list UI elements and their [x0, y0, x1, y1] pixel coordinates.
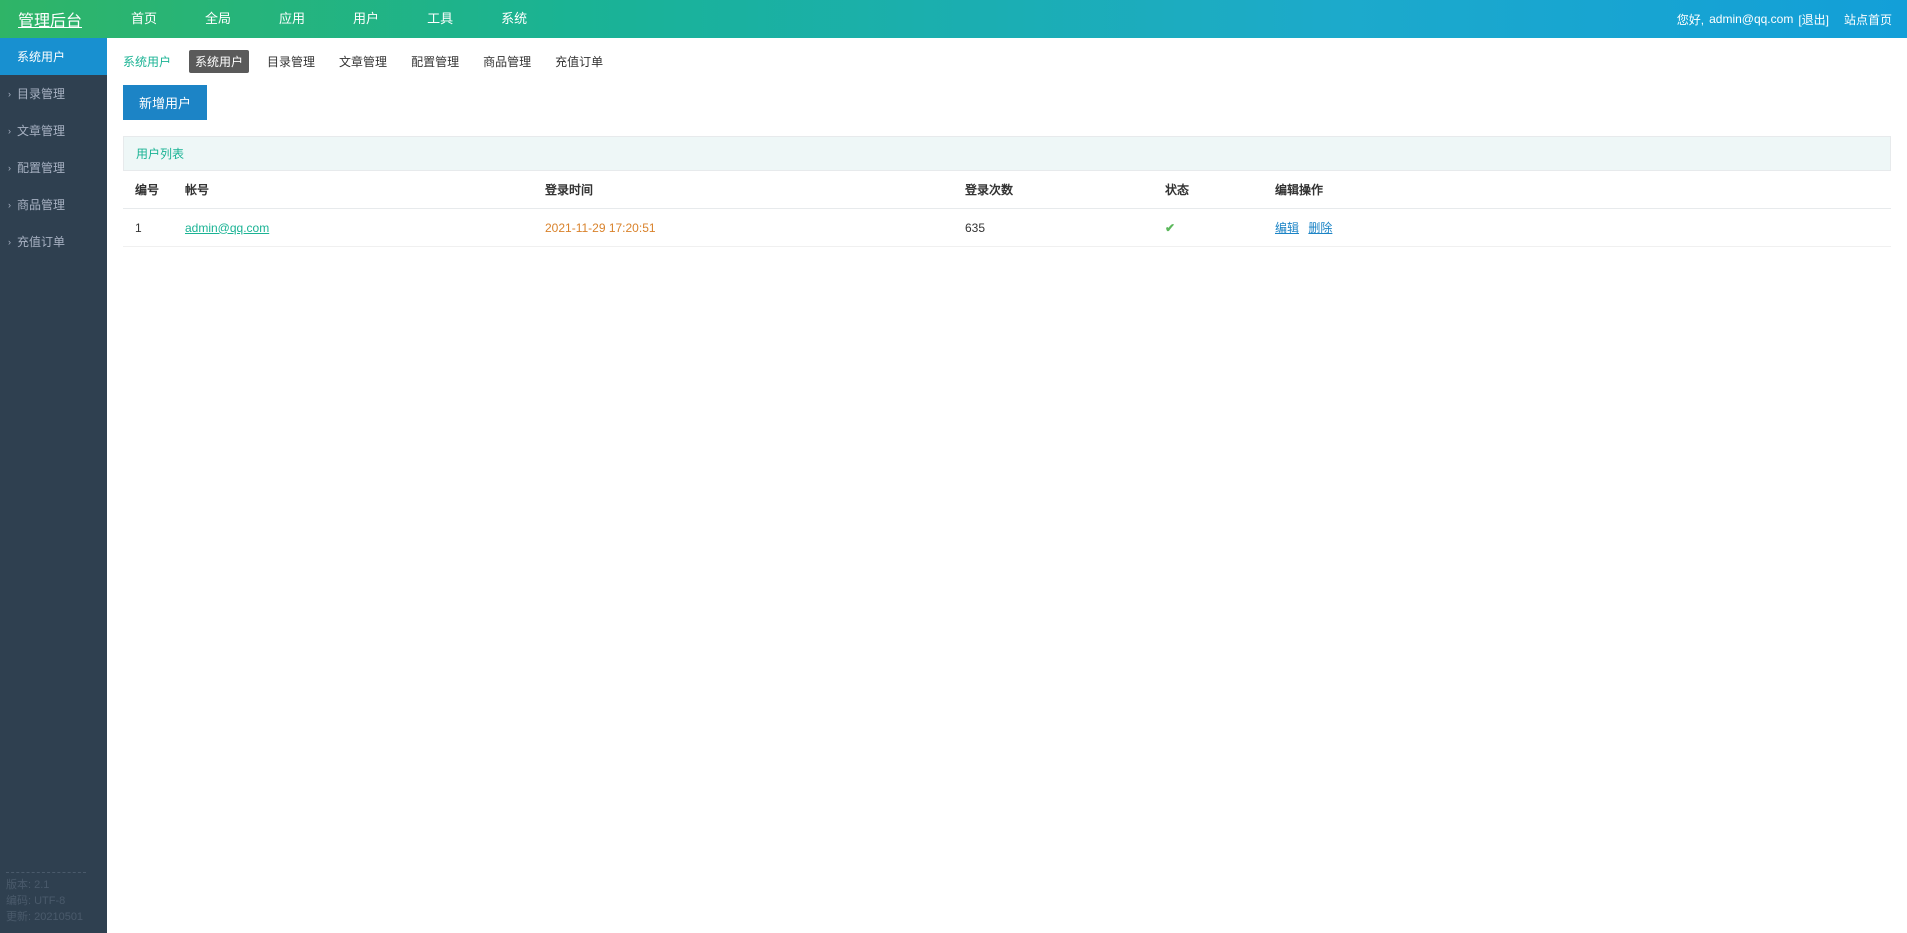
sidebar: 系统用户 › 目录管理 › 文章管理 › 配置管理 › 商品管理 › 充值订单 … [0, 38, 107, 933]
tab-catalog[interactable]: 目录管理 [261, 50, 321, 73]
panel-title: 用户列表 [123, 136, 1891, 171]
menu-tools[interactable]: 工具 [403, 0, 477, 38]
edit-link[interactable]: 编辑 [1275, 221, 1299, 235]
logo[interactable]: 管理后台 [0, 7, 107, 31]
cell-login-time: 2021-11-29 17:20:51 [533, 209, 953, 247]
sidebar-item-recharge[interactable]: › 充值订单 [0, 223, 107, 260]
main-content: 系统用户 系统用户 目录管理 文章管理 配置管理 商品管理 充值订单 新增用户 … [107, 38, 1907, 247]
sidebar-item-label: 配置管理 [17, 159, 65, 176]
cell-id: 1 [123, 209, 173, 247]
chevron-right-icon: › [8, 126, 11, 136]
footer-update: 更新: 20210501 [6, 909, 86, 925]
col-account: 帐号 [173, 171, 533, 209]
menu-system[interactable]: 系统 [477, 0, 551, 38]
chevron-right-icon: › [8, 237, 11, 247]
tab-recharge[interactable]: 充值订单 [549, 50, 609, 73]
tab-product[interactable]: 商品管理 [477, 50, 537, 73]
table-row: 1 admin@qq.com 2021-11-29 17:20:51 635 ✔… [123, 209, 1891, 247]
top-right: 您好, admin@qq.com [退出] 站点首页 [1677, 11, 1907, 28]
menu-home[interactable]: 首页 [107, 0, 181, 38]
tab-article[interactable]: 文章管理 [333, 50, 393, 73]
welcome-prefix: 您好, [1677, 11, 1704, 28]
sidebar-item-product[interactable]: › 商品管理 [0, 186, 107, 223]
content-area: 新增用户 用户列表 编号 帐号 登录时间 登录次数 状态 编辑操作 1 admi… [107, 85, 1907, 247]
col-id: 编号 [123, 171, 173, 209]
col-actions: 编辑操作 [1263, 171, 1891, 209]
footer-version: 版本: 2.1 [6, 877, 86, 893]
sidebar-item-label: 商品管理 [17, 196, 65, 213]
col-login-count: 登录次数 [953, 171, 1153, 209]
sub-nav: 系统用户 系统用户 目录管理 文章管理 配置管理 商品管理 充值订单 [107, 38, 1907, 85]
footer-divider [6, 872, 86, 873]
logout-link[interactable]: [退出] [1798, 11, 1829, 28]
menu-app[interactable]: 应用 [255, 0, 329, 38]
chevron-right-icon: › [8, 163, 11, 173]
cell-account: admin@qq.com [173, 209, 533, 247]
account-link[interactable]: admin@qq.com [185, 221, 269, 235]
col-login-time: 登录时间 [533, 171, 953, 209]
table-header-row: 编号 帐号 登录时间 登录次数 状态 编辑操作 [123, 171, 1891, 209]
user-email-link[interactable]: admin@qq.com [1709, 12, 1793, 26]
menu-global[interactable]: 全局 [181, 0, 255, 38]
cell-actions: 编辑 删除 [1263, 209, 1891, 247]
top-nav: 管理后台 首页 全局 应用 用户 工具 系统 您好, admin@qq.com … [0, 0, 1907, 38]
sidebar-item-label: 文章管理 [17, 122, 65, 139]
menu-user[interactable]: 用户 [329, 0, 403, 38]
tab-config[interactable]: 配置管理 [405, 50, 465, 73]
sidebar-item-label: 目录管理 [17, 85, 65, 102]
sidebar-item-label: 充值订单 [17, 233, 65, 250]
sidebar-footer: 版本: 2.1 编码: UTF-8 更新: 20210501 [6, 872, 86, 925]
cell-status: ✔ [1153, 209, 1263, 247]
site-home-link[interactable]: 站点首页 [1844, 11, 1892, 28]
delete-link[interactable]: 删除 [1308, 221, 1332, 235]
sidebar-item-article[interactable]: › 文章管理 [0, 112, 107, 149]
sidebar-item-label: 系统用户 [17, 48, 65, 65]
footer-encoding: 编码: UTF-8 [6, 893, 86, 909]
tab-system-user[interactable]: 系统用户 [189, 50, 249, 73]
chevron-right-icon: › [8, 200, 11, 210]
col-status: 状态 [1153, 171, 1263, 209]
sidebar-item-system-user[interactable]: 系统用户 [0, 38, 107, 75]
user-table: 编号 帐号 登录时间 登录次数 状态 编辑操作 1 admin@qq.com 2… [123, 171, 1891, 247]
breadcrumb[interactable]: 系统用户 [123, 53, 171, 70]
top-menu: 首页 全局 应用 用户 工具 系统 [107, 0, 551, 38]
sidebar-item-config[interactable]: › 配置管理 [0, 149, 107, 186]
add-user-button[interactable]: 新增用户 [123, 85, 207, 120]
cell-login-count: 635 [953, 209, 1153, 247]
chevron-right-icon: › [8, 89, 11, 99]
check-icon: ✔ [1165, 221, 1175, 235]
sidebar-item-catalog[interactable]: › 目录管理 [0, 75, 107, 112]
